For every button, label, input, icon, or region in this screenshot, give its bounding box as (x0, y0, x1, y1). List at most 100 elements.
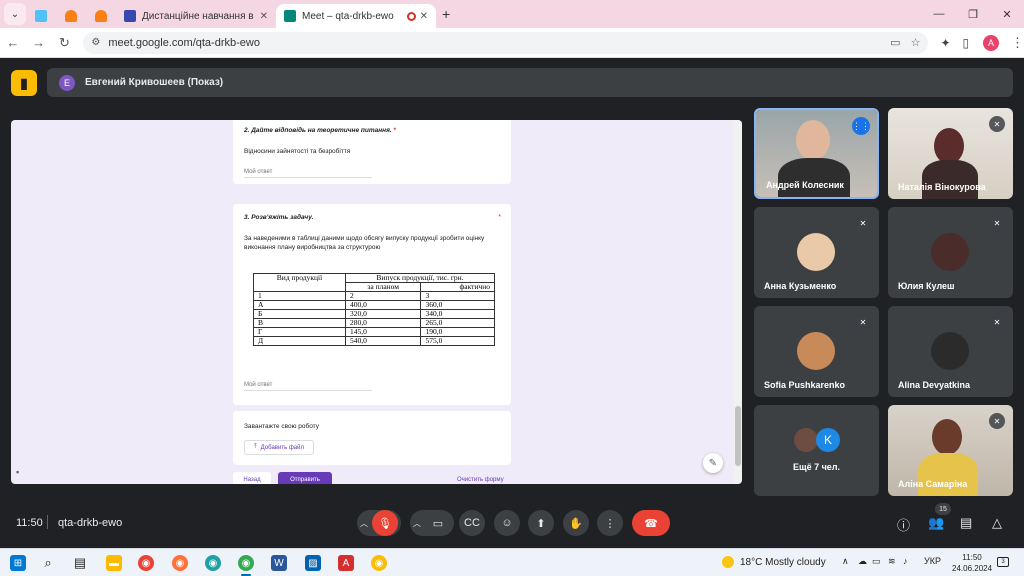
url-omnibox[interactable]: ⚙ meet.google.com/qta-drkb-ewo ▭ ☆ (83, 31, 929, 54)
network-icon[interactable]: ▭ (872, 556, 881, 567)
table-cell: 575,0 (420, 336, 495, 346)
raise-hand-button[interactable]: ✋ (563, 510, 589, 536)
more-participants-tile[interactable]: K Ещё 7 чел. (754, 405, 879, 496)
chrome-icon[interactable]: ◉ (238, 555, 254, 571)
answer-field[interactable]: Мой ответ (244, 382, 372, 391)
camera-icon[interactable]: ▭ (425, 510, 451, 536)
captions-button[interactable]: CC (459, 510, 485, 536)
browser-menu-icon[interactable]: ⋮ (1011, 35, 1024, 51)
volume-icon[interactable]: ♪ (903, 556, 908, 566)
more-options-button[interactable]: ⋮ (597, 510, 623, 536)
extensions-icon[interactable]: ✦ (940, 36, 950, 50)
forward-arrow-icon[interactable]: → (26, 35, 52, 50)
answer-field[interactable]: Мой ответ (244, 169, 372, 178)
participant-tile[interactable]: ✕ Sofia Pushkarenko (754, 306, 879, 397)
edit-pencil-icon[interactable]: ✎ (703, 453, 723, 473)
mic-control[interactable]: ︿ 🎙 (357, 510, 401, 536)
participant-tile[interactable]: ⋮⋮ Андрей Колесник (754, 108, 879, 199)
file-explorer-icon[interactable]: ▬ (106, 555, 122, 571)
camera-control[interactable]: ︿ ▭ (410, 510, 454, 536)
chat-icon[interactable]: ▤ (960, 515, 972, 531)
camera-in-use-icon[interactable]: ▭ (890, 36, 900, 49)
participant-tile[interactable]: ✕ Наталія Вінокурова (888, 108, 1013, 199)
firefox-icon[interactable]: ◉ (172, 555, 188, 571)
table-row: Г 145,0 190,0 (253, 327, 495, 337)
back-button[interactable]: Назад (233, 472, 271, 484)
widgets-icon[interactable]: ▤ (72, 555, 88, 571)
acrobat-icon[interactable]: A (338, 555, 354, 571)
feedback-icon[interactable]: ▪ (16, 467, 19, 477)
search-icon[interactable]: ⌕ (40, 555, 56, 571)
meeting-code: qta-drkb-ewo (58, 517, 123, 529)
more-vert-icon: ⋮ (604, 517, 616, 530)
participant-image (918, 453, 978, 496)
browser-tab-classroom[interactable]: Дистанційне навчання в ВСП ✕ (116, 4, 276, 28)
chevron-up-icon[interactable]: ︿ (413, 518, 421, 529)
edge-icon[interactable]: ◉ (205, 555, 221, 571)
chrome-icon[interactable]: ◉ (371, 555, 387, 571)
clear-form-link[interactable]: Очистить форму (457, 477, 504, 483)
browser-tab-2[interactable] (56, 4, 86, 28)
taskbar-clock[interactable]: 11:50 24.06.2024 (952, 552, 992, 574)
cloud-icon[interactable]: ☁ (858, 556, 867, 567)
language-indicator[interactable]: УКР (924, 556, 941, 566)
question-title-text: 2. Дайте відповідь на теоретичне питання… (244, 127, 392, 134)
leave-call-button[interactable]: ☎ (632, 510, 670, 536)
close-tab-icon[interactable]: ✕ (420, 11, 428, 22)
new-tab-button[interactable]: + (442, 6, 450, 22)
table-body: 1 2 3 А 400,0 360,0 Б 320,0 340,0 В 280,0 265,0 Г 145… (253, 291, 495, 346)
participant-name: Анна Кузьменко (764, 281, 837, 291)
chrome-icon[interactable]: ◉ (138, 555, 154, 571)
notification-icon[interactable]: 3 (997, 557, 1009, 567)
question-title: 2. Дайте відповідь на теоретичне питання… (244, 127, 396, 134)
people-icon[interactable]: 👥 (928, 515, 944, 531)
profile-avatar[interactable]: A (983, 34, 999, 51)
recording-icon (406, 11, 416, 21)
participant-tile[interactable]: ✕ Alina Devyatkina (888, 306, 1013, 397)
scroll-thumb[interactable] (735, 406, 741, 466)
bookmark-star-icon[interactable]: ☆ (911, 36, 921, 49)
windows-taskbar: ⊞ ⌕ ▤ ▬ ◉ ◉ ◉ ◉ W ▨ A ◉ 18°C Mostly clou… (0, 548, 1024, 576)
taskbar-date: 24.06.2024 (952, 564, 993, 573)
windows-start-icon[interactable]: ⊞ (10, 555, 26, 571)
tab-search-button[interactable]: ⌄ (4, 3, 26, 25)
close-window-icon[interactable]: ✕ (990, 0, 1024, 28)
scrollbar[interactable] (734, 120, 742, 484)
minimize-icon[interactable]: — (922, 0, 956, 28)
participant-tile[interactable]: ✕ Анна Кузьменко (754, 207, 879, 298)
chevron-up-icon[interactable]: ∧ (842, 556, 849, 567)
mic-off-icon: ✕ (989, 314, 1005, 330)
meeting-info-icon[interactable]: ⓘ (897, 515, 910, 534)
url-text[interactable]: meet.google.com/qta-drkb-ewo (108, 37, 880, 49)
back-arrow-icon[interactable]: ← (0, 35, 26, 50)
participant-tile[interactable]: ✕ Юлия Кулеш (888, 207, 1013, 298)
activities-icon[interactable]: △ (992, 515, 1002, 531)
browser-tab-meet[interactable]: Meet – qta-drkb-ewo ✕ (276, 4, 436, 28)
participant-tile[interactable]: ✕ Аліна Самаріна (888, 405, 1013, 496)
photos-icon[interactable]: ▨ (305, 555, 321, 571)
required-mark: * (393, 127, 397, 134)
browser-tab-3[interactable] (86, 4, 116, 28)
maximize-icon[interactable]: ❐ (956, 0, 990, 28)
participant-name: Юлия Кулеш (898, 281, 955, 291)
chevron-up-icon[interactable]: ︿ (360, 518, 368, 529)
present-button[interactable]: ⬆ (528, 510, 554, 536)
browser-tab-1[interactable] (26, 4, 56, 28)
sidebar-icon[interactable]: ▯ (963, 36, 970, 50)
avatar: K (816, 428, 840, 452)
reactions-button[interactable]: ☺ (494, 510, 520, 536)
mic-off-icon[interactable]: 🎙 (372, 510, 398, 536)
word-icon[interactable]: W (271, 555, 287, 571)
table-cell: А (253, 300, 346, 310)
divider (47, 515, 48, 529)
add-file-button[interactable]: ⤒ Добавить файл (244, 440, 314, 455)
question-title: 3. Розв'яжіть задачу. (244, 214, 314, 221)
weather-text: 18°C Mostly cloudy (740, 556, 826, 568)
site-info-icon[interactable]: ⚙ (91, 37, 100, 48)
form-icon (35, 10, 47, 22)
weather-widget[interactable]: 18°C Mostly cloudy (722, 556, 826, 568)
submit-button[interactable]: Отправить (278, 472, 332, 484)
wifi-icon[interactable]: ≋ (888, 556, 896, 567)
close-tab-icon[interactable]: ✕ (260, 11, 268, 22)
reload-icon[interactable]: ↻ (52, 35, 78, 51)
